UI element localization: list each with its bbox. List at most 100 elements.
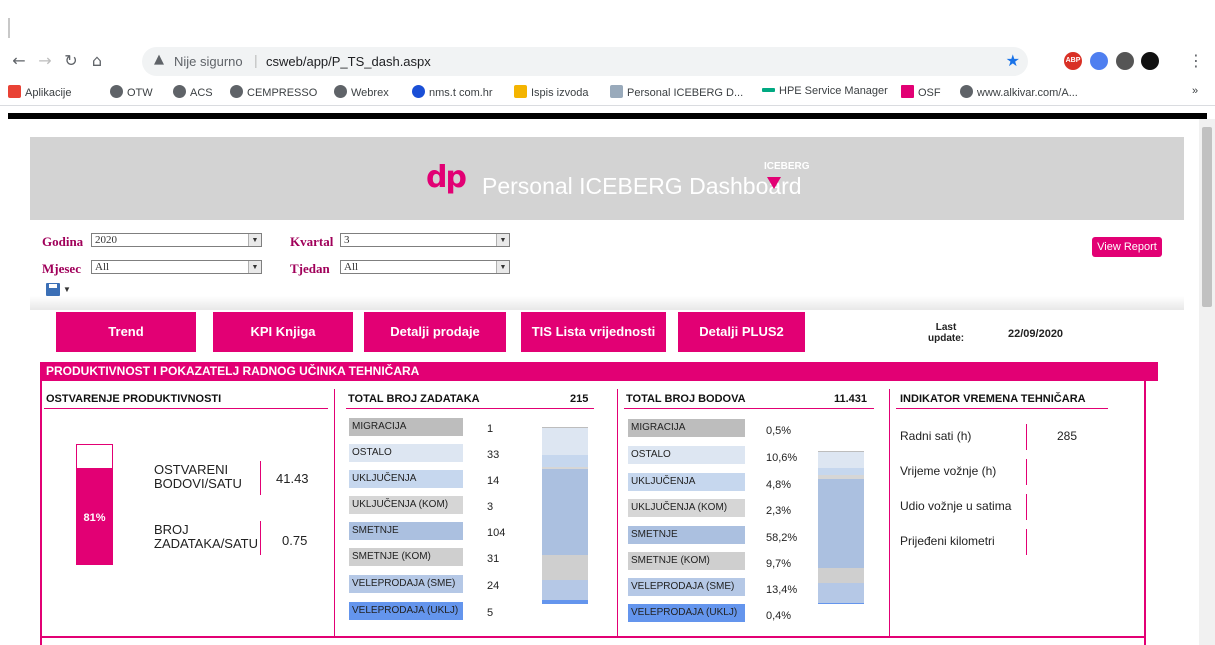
warning-icon: ▲ [154, 52, 164, 67]
bookmark-ispis[interactable]: Ispis izvoda [514, 85, 588, 99]
tasks-row-value: 14 [487, 475, 500, 487]
bookmark-iceberg[interactable]: Personal ICEBERG D... [610, 85, 743, 99]
tjedan-value: All [344, 261, 359, 273]
kpi-separator [260, 521, 261, 555]
window-title-strip [0, 0, 1215, 44]
menu-dots-icon[interactable]: ⋮ [1188, 50, 1204, 72]
url-text: csweb/app/P_TS_dash.aspx [266, 54, 431, 69]
title-underline [896, 408, 1108, 409]
home-icon[interactable]: ⌂ [86, 50, 108, 72]
points-row-value: 2,3% [766, 505, 792, 517]
points-row-value: 10,6% [766, 452, 798, 464]
bodovi-label: OSTVARENI BODOVI/SATU [154, 463, 242, 491]
address-bar[interactable]: ▲ Nije sigurno | csweb/app/P_TS_dash.asp… [142, 47, 1028, 76]
points-row-label: OSTALO [628, 446, 745, 464]
zadaci-label-1: BROJ [154, 522, 189, 537]
bookmark-hpe[interactable]: HPE Service Manager [762, 85, 888, 97]
points-row-label: VELEPRODAJA (UKLJ) [628, 604, 745, 622]
last-update-label-1: Last [935, 322, 957, 333]
trend-button[interactable]: Trend [56, 312, 196, 352]
godina-select[interactable]: 2020 ▼ [91, 233, 262, 247]
last-update-label-2: update: [928, 333, 965, 344]
bookmark-acs[interactable]: ACS [173, 85, 213, 99]
points-row-value: 4,8% [766, 479, 792, 491]
kvartal-select[interactable]: 3 ▼ [340, 233, 510, 247]
bookmark-webrex[interactable]: Webrex [334, 85, 389, 99]
kpi-knjiga-button[interactable]: KPI Knjiga [213, 312, 353, 352]
points-stacked-bar [818, 451, 864, 604]
bookmark-label: OTW [127, 87, 153, 99]
bookmark-nms[interactable]: nms.t com.hr [412, 85, 493, 99]
extensions-icon[interactable] [1116, 52, 1134, 70]
stacked-bar-segment [542, 468, 588, 555]
section-frame-bottom [40, 636, 1146, 638]
tasks-row-label: UKLJUČENJA (KOM) [349, 496, 463, 514]
bookmark-alkivar[interactable]: www.alkivar.com/A... [960, 85, 1078, 99]
title-underline [44, 408, 328, 409]
chevron-down-icon[interactable]: ▼ [248, 234, 261, 246]
chevron-down-icon[interactable]: ▼ [496, 234, 509, 246]
toolbar-strip [30, 296, 1184, 310]
panel-divider [334, 389, 335, 636]
reload-icon[interactable]: ↻ [60, 50, 82, 72]
iceberg-triangle-icon [767, 177, 781, 189]
bookmark-apps[interactable]: Aplikacije [8, 85, 71, 99]
indicator-separator [1026, 494, 1027, 520]
page-scrollbar[interactable] [1199, 119, 1215, 645]
globe-icon [334, 85, 347, 98]
points-row-value: 0,4% [766, 610, 792, 622]
points-row-value: 0,5% [766, 425, 792, 437]
tasks-row-value: 31 [487, 553, 500, 565]
tasks-row-label: VELEPRODAJA (SME) [349, 575, 463, 593]
indicator-separator [1026, 459, 1027, 485]
profile-avatar[interactable] [1141, 52, 1159, 70]
translate-icon[interactable] [1090, 52, 1108, 70]
export-dropdown-icon[interactable]: ▼ [63, 285, 71, 294]
adblock-icon[interactable]: ABP [1064, 52, 1082, 70]
bookmark-star-icon[interactable]: ★ [1006, 51, 1020, 70]
view-report-button[interactable]: View Report [1092, 237, 1162, 257]
zadaci-label: BROJ ZADATAKA/SATU [154, 523, 258, 551]
mjesec-value: All [95, 261, 110, 273]
bookmark-cempresso[interactable]: CEMPRESSO [230, 85, 317, 99]
points-title: TOTAL BROJ BODOVA [626, 393, 746, 405]
forward-icon[interactable]: → [34, 50, 56, 72]
panel-divider [889, 389, 890, 636]
panel-divider [617, 389, 618, 636]
back-icon[interactable]: ← [8, 50, 30, 72]
indicator-row-label: Vrijeme vožnje (h) [900, 464, 997, 478]
detalji-plus2-button[interactable]: Detalji PLUS2 [678, 312, 805, 352]
security-label: Nije sigurno [174, 54, 243, 69]
chevron-down-icon[interactable]: ▼ [496, 261, 509, 273]
points-row-label: UKLJUČENJA [628, 473, 745, 491]
indicator-row-label: Prijeđeni kilometri [900, 534, 995, 548]
tasks-row-value: 1 [487, 423, 494, 435]
tasks-row-label: MIGRACIJA [349, 418, 463, 436]
scrollbar-thumb[interactable] [1202, 127, 1212, 307]
bookmark-label: Webrex [351, 87, 389, 99]
kvartal-label: Kvartal [290, 234, 334, 249]
tjedan-select[interactable]: All ▼ [340, 260, 510, 274]
bookmark-osf[interactable]: OSF [901, 85, 941, 99]
indicator-separator [1026, 424, 1027, 450]
dashboard-banner: dp Personal ICEBERG Dashboard ICEBERG [30, 137, 1184, 220]
indicator-title: INDIKATOR VREMENA TEHNIČARA [900, 393, 1086, 405]
indicator-row-label: Radni sati (h) [900, 429, 972, 443]
detalji-prodaje-button[interactable]: Detalji prodaje [364, 312, 506, 352]
points-row-value: 13,4% [766, 584, 798, 596]
points-row-value: 58,2% [766, 532, 798, 544]
mjesec-select[interactable]: All ▼ [91, 260, 262, 274]
productivity-title: OSTVARENJE PRODUKTIVNOSTI [46, 393, 222, 405]
telekom-icon [901, 85, 914, 98]
godina-value: 2020 [95, 234, 117, 246]
points-row-value: 9,7% [766, 558, 792, 570]
points-row-label: VELEPRODAJA (SME) [628, 578, 745, 596]
bookmarks-overflow[interactable]: » [1192, 85, 1198, 97]
stacked-bar-segment [818, 603, 864, 604]
save-icon[interactable] [46, 283, 60, 296]
tis-lista-button[interactable]: TIS Lista vrijednosti [521, 312, 666, 352]
bookmark-otw[interactable]: OTW [110, 85, 153, 99]
stacked-bar-segment [542, 427, 588, 455]
chevron-down-icon[interactable]: ▼ [248, 261, 261, 273]
apps-grid-icon [8, 85, 21, 98]
